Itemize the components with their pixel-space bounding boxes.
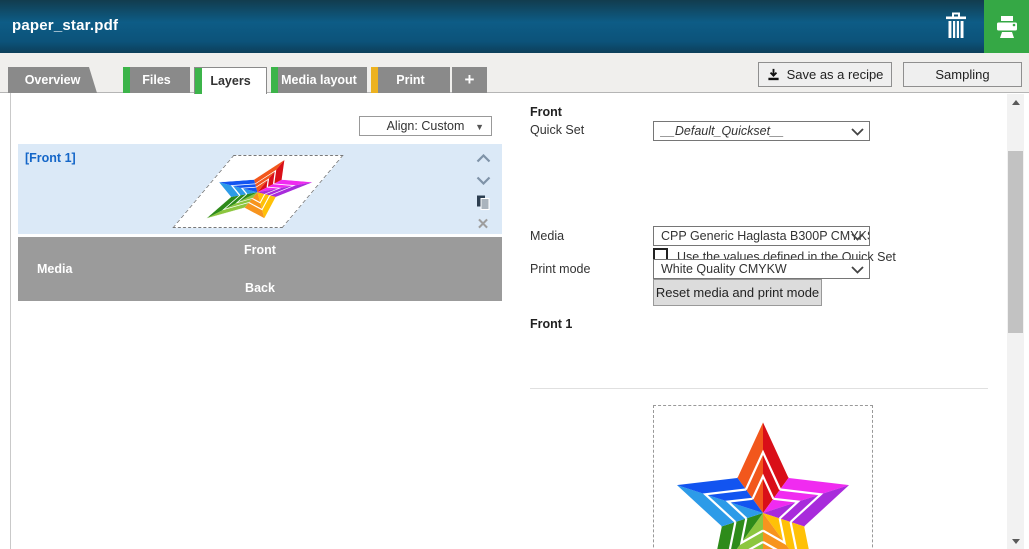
printer-icon bbox=[993, 13, 1021, 41]
save-as-recipe-button[interactable]: Save as a recipe bbox=[758, 62, 892, 87]
sampling-button[interactable]: Sampling bbox=[903, 62, 1022, 87]
tab-layers-accent bbox=[195, 68, 202, 94]
trash-icon bbox=[944, 12, 968, 40]
remove-layer-button[interactable]: ✕ bbox=[470, 213, 496, 235]
chevron-down-icon bbox=[851, 233, 864, 241]
move-layer-up-button[interactable] bbox=[470, 147, 496, 169]
print-mode-label: Print mode bbox=[530, 262, 590, 276]
star-thumbnail-image bbox=[174, 156, 342, 227]
triangle-down-icon bbox=[1012, 539, 1020, 544]
print-button[interactable] bbox=[984, 0, 1029, 53]
chevron-down-icon bbox=[476, 176, 491, 185]
tab-print[interactable]: Print bbox=[371, 67, 450, 93]
front-1-preview-title: Front 1 bbox=[530, 317, 572, 331]
sampling-label: Sampling bbox=[935, 67, 989, 82]
scroll-up-button[interactable] bbox=[1007, 94, 1024, 111]
reset-button-label: Reset media and print mode bbox=[656, 285, 819, 300]
media-side-bar: Front Media Back bbox=[18, 237, 502, 301]
layer-thumbnail[interactable] bbox=[172, 155, 343, 228]
star-preview-image bbox=[663, 411, 863, 549]
download-icon bbox=[767, 68, 780, 81]
tab-media-layout-label: Media layout bbox=[281, 73, 357, 87]
media-label: Media bbox=[530, 229, 564, 243]
chevron-down-icon bbox=[851, 266, 864, 274]
top-action-buttons: Save as a recipe Sampling bbox=[758, 62, 1022, 87]
front-1-preview-box bbox=[653, 405, 873, 549]
plus-icon: + bbox=[465, 70, 475, 90]
scrollbar-thumb[interactable] bbox=[1008, 151, 1023, 333]
media-bar-media-label: Media bbox=[37, 262, 72, 276]
tab-overview[interactable]: Overview bbox=[8, 67, 97, 93]
chevron-down-icon bbox=[851, 128, 864, 136]
panel-left-border bbox=[10, 93, 11, 549]
tab-files-accent bbox=[123, 67, 130, 93]
media-value: CPP Generic Haglasta B300P CMYKSS-AU-2 bbox=[661, 229, 870, 243]
scroll-down-button[interactable] bbox=[1007, 533, 1024, 549]
tab-media-layout-accent bbox=[271, 67, 278, 93]
move-layer-down-button[interactable] bbox=[470, 169, 496, 191]
tab-print-accent bbox=[371, 67, 378, 93]
chevron-up-icon bbox=[476, 154, 491, 163]
triangle-up-icon bbox=[1012, 100, 1020, 105]
align-dropdown-value: Align: Custom bbox=[387, 119, 465, 133]
tab-bar: Overview Files Layers Media layout Print… bbox=[8, 66, 491, 93]
print-mode-select[interactable]: White Quality CMYKW bbox=[653, 259, 870, 279]
tab-layers[interactable]: Layers bbox=[194, 67, 267, 94]
copy-icon bbox=[475, 194, 491, 210]
layer-row-front-1[interactable]: [Front 1] bbox=[18, 144, 502, 234]
tab-files[interactable]: Files bbox=[123, 67, 190, 93]
quick-set-label: Quick Set bbox=[530, 123, 584, 137]
layer-row-actions: ✕ bbox=[470, 147, 496, 235]
document-title: paper_star.pdf bbox=[12, 17, 118, 34]
media-select[interactable]: CPP Generic Haglasta B300P CMYKSS-AU-2 bbox=[653, 226, 870, 246]
reset-media-print-mode-button[interactable]: Reset media and print mode bbox=[653, 279, 822, 306]
vertical-scrollbar[interactable] bbox=[1007, 94, 1024, 549]
caret-down-icon: ▼ bbox=[475, 122, 484, 132]
quick-set-select[interactable]: __Default_Quickset__ bbox=[653, 121, 870, 141]
tab-files-label: Files bbox=[142, 73, 171, 87]
tab-overview-label: Overview bbox=[25, 73, 81, 87]
tab-add[interactable]: + bbox=[452, 67, 487, 93]
align-dropdown[interactable]: Align: Custom ▼ bbox=[359, 116, 492, 136]
application-window: paper_star.pdf Ov bbox=[0, 0, 1029, 549]
section-divider bbox=[530, 388, 988, 389]
front-section-title: Front bbox=[530, 105, 562, 119]
save-as-recipe-label: Save as a recipe bbox=[787, 67, 884, 82]
tab-layers-label: Layers bbox=[210, 74, 250, 88]
tab-print-label: Print bbox=[396, 73, 424, 87]
quick-set-value: __Default_Quickset__ bbox=[661, 124, 784, 138]
print-mode-value: White Quality CMYKW bbox=[661, 262, 787, 276]
media-bar-back-label: Back bbox=[18, 281, 502, 295]
duplicate-layer-button[interactable] bbox=[470, 191, 496, 213]
delete-job-button[interactable] bbox=[941, 11, 971, 43]
media-bar-front-label: Front bbox=[18, 243, 502, 257]
tab-media-layout[interactable]: Media layout bbox=[271, 67, 367, 93]
x-icon: ✕ bbox=[477, 215, 490, 233]
content-area: Align: Custom ▼ [Front 1] bbox=[0, 92, 1029, 549]
layer-item-label: [Front 1] bbox=[25, 151, 76, 165]
titlebar: paper_star.pdf bbox=[0, 0, 1029, 53]
